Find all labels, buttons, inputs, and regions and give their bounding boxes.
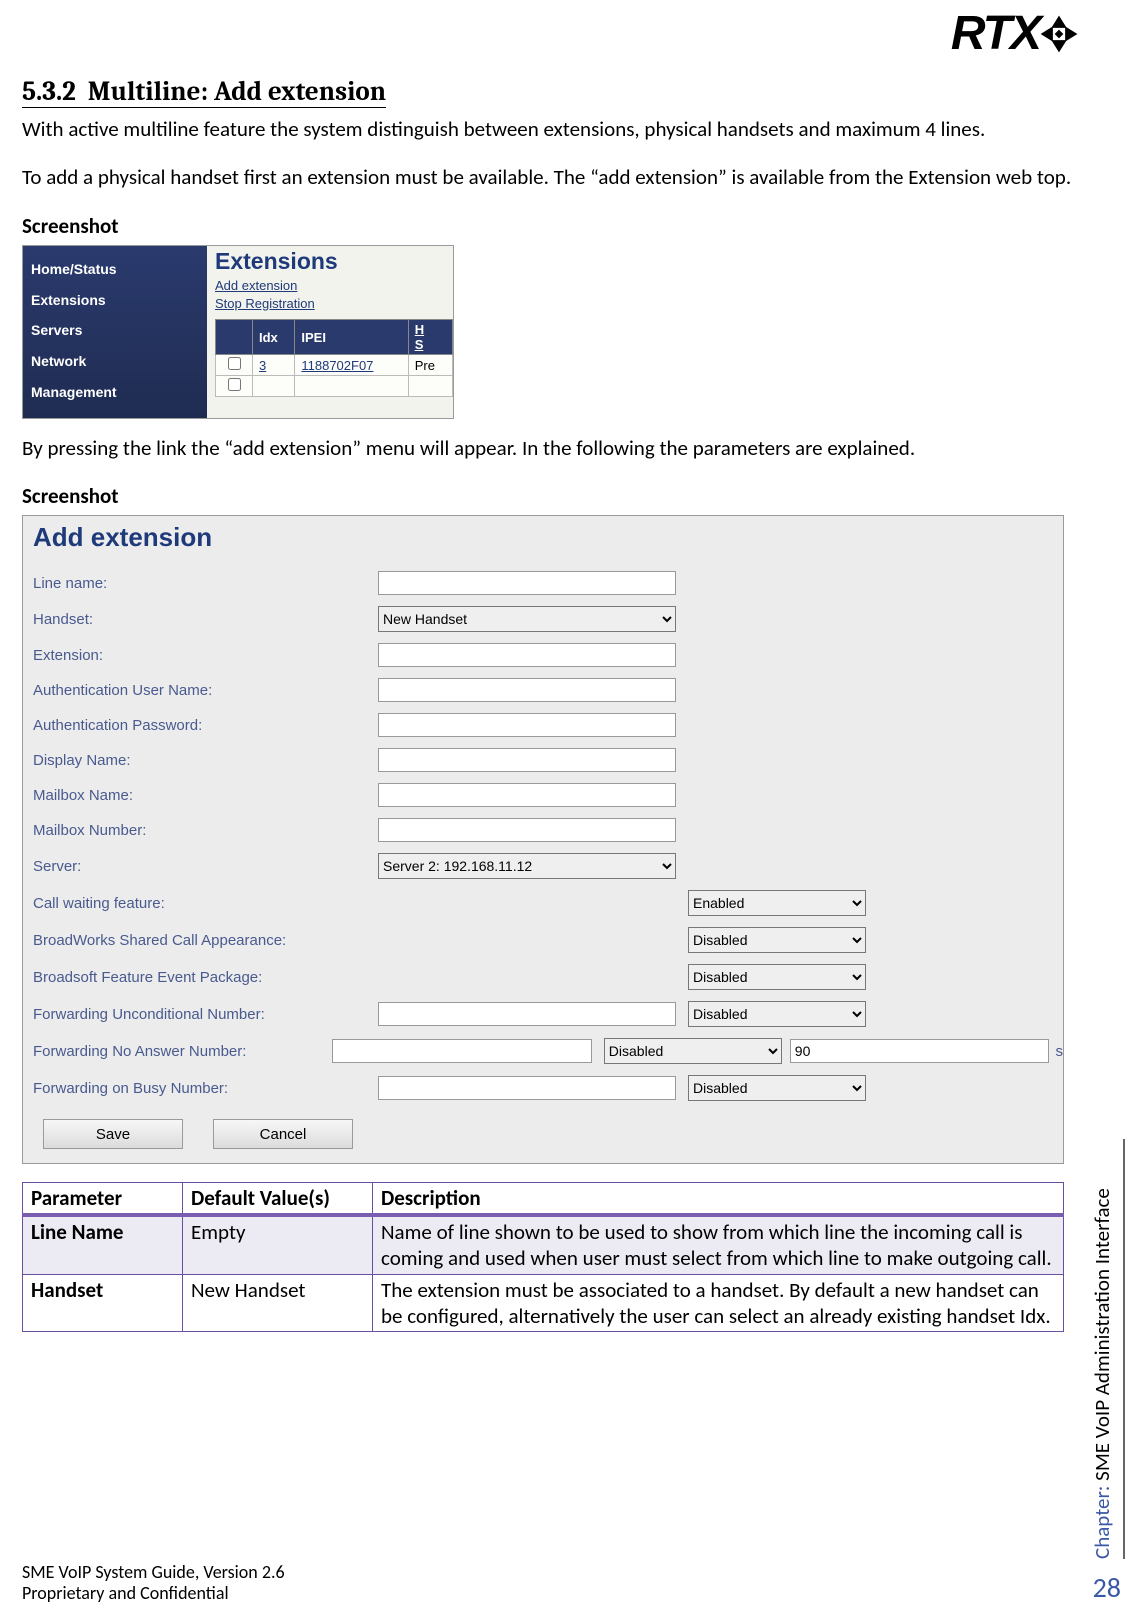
table-row: Line Name Empty Name of line shown to be… — [23, 1215, 1064, 1274]
fwd-uncond-select[interactable]: Disabled — [688, 1001, 866, 1027]
label-mailbox-name: Mailbox Name: — [33, 787, 378, 804]
intro-para-2: To add a physical handset first an exten… — [22, 164, 1082, 190]
bw-sca-select[interactable]: Disabled — [688, 927, 866, 953]
display-name-input[interactable] — [378, 748, 676, 772]
extension-input[interactable] — [378, 643, 676, 667]
table-row: Handset New Handset The extension must b… — [23, 1274, 1064, 1332]
cancel-button[interactable]: Cancel — [213, 1119, 353, 1149]
extensions-table: Idx IPEI HS 3 1188702F07 Pre — [215, 319, 453, 397]
parameter-table: Parameter Default Value(s) Description L… — [22, 1182, 1064, 1332]
nav-servers[interactable]: Servers — [31, 315, 207, 346]
para-3: By pressing the link the “add extension”… — [22, 435, 1082, 461]
label-display-name: Display Name: — [33, 752, 378, 769]
row-idx[interactable]: 3 — [253, 355, 295, 376]
footer-line-1: SME VoIP System Guide, Version 2.6 — [22, 1562, 285, 1584]
form-title: Add extension — [33, 522, 1063, 553]
nav-management[interactable]: Management — [31, 377, 207, 408]
logo-text: RTX — [951, 6, 1040, 61]
side-nav: Home/Status Extensions Servers Network M… — [23, 246, 207, 418]
th-parameter: Parameter — [23, 1183, 183, 1216]
nav-extensions[interactable]: Extensions — [31, 285, 207, 316]
label-extension: Extension: — [33, 647, 378, 664]
label-call-waiting: Call waiting feature: — [33, 895, 378, 912]
fwd-uncond-input[interactable] — [378, 1002, 676, 1026]
section-heading: 5.3.2 Multiline: Add extension — [22, 0, 386, 108]
row-state: Pre — [408, 355, 452, 376]
extensions-list-screenshot: Home/Status Extensions Servers Network M… — [22, 245, 454, 419]
footer: SME VoIP System Guide, Version 2.6 Propr… — [22, 1562, 285, 1605]
screenshot-label-1: Screenshot — [22, 213, 1082, 239]
rtx-logo: RTX — [951, 6, 1082, 61]
label-fwd-uncond: Forwarding Unconditional Number: — [33, 1006, 378, 1023]
fwd-noanswer-seconds[interactable] — [790, 1039, 1050, 1063]
label-line-name: Line name: — [33, 575, 378, 592]
page-number: 28 — [1093, 1570, 1121, 1605]
col-ipei: IPEI — [295, 320, 408, 355]
label-fwd-noanswer: Forwarding No Answer Number: — [33, 1043, 332, 1060]
col-hs: HS — [408, 320, 452, 355]
th-description: Description — [373, 1183, 1064, 1216]
label-handset: Handset: — [33, 611, 378, 628]
row-checkbox[interactable] — [228, 378, 241, 391]
cell-param: Line Name — [23, 1215, 183, 1274]
stop-registration-link[interactable]: Stop Registration — [215, 295, 453, 313]
col-idx: Idx — [253, 320, 295, 355]
line-name-input[interactable] — [378, 571, 676, 595]
nav-home[interactable]: Home/Status — [31, 254, 207, 285]
server-select[interactable]: Server 2: 192.168.11.12 — [378, 853, 676, 879]
row-ipei[interactable]: 1188702F07 — [295, 355, 408, 376]
screenshot-label-2: Screenshot — [22, 483, 1082, 509]
bs-fep-select[interactable]: Disabled — [688, 964, 866, 990]
cell-param: Handset — [23, 1274, 183, 1332]
add-extension-link[interactable]: Add extension — [215, 277, 453, 295]
mailbox-number-input[interactable] — [378, 818, 676, 842]
mailbox-name-input[interactable] — [378, 783, 676, 807]
fwd-noanswer-input[interactable] — [332, 1039, 592, 1063]
fwd-busy-select[interactable]: Disabled — [688, 1075, 866, 1101]
fwd-noanswer-select[interactable]: Disabled — [604, 1038, 782, 1064]
handset-select[interactable]: New Handset — [378, 606, 676, 632]
auth-pass-input[interactable] — [378, 713, 676, 737]
logo-x-icon — [1036, 11, 1082, 57]
cell-desc: Name of line shown to be used to show fr… — [373, 1215, 1064, 1274]
label-bw-sca: BroadWorks Shared Call Appearance: — [33, 932, 378, 949]
label-mailbox-number: Mailbox Number: — [33, 822, 378, 839]
intro-para-1: With active multiline feature the system… — [22, 116, 1082, 142]
nav-network[interactable]: Network — [31, 346, 207, 377]
cell-default: Empty — [183, 1215, 373, 1274]
label-bs-fep: Broadsoft Feature Event Package: — [33, 969, 378, 986]
cell-default: New Handset — [183, 1274, 373, 1332]
col-checkbox — [216, 320, 253, 355]
auth-user-input[interactable] — [378, 678, 676, 702]
extensions-title: Extensions — [215, 248, 453, 275]
fwd-busy-input[interactable] — [378, 1076, 676, 1100]
label-server: Server: — [33, 858, 378, 875]
label-fwd-busy: Forwarding on Busy Number: — [33, 1080, 378, 1097]
chapter-side-tab: Chapter: SME VoIP Administration Interfa… — [1089, 1139, 1125, 1559]
label-auth-user: Authentication User Name: — [33, 682, 378, 699]
row-checkbox[interactable] — [228, 357, 241, 370]
call-waiting-select[interactable]: Enabled — [688, 890, 866, 916]
table-row: 3 1188702F07 Pre — [216, 355, 453, 376]
footer-line-2: Proprietary and Confidential — [22, 1583, 285, 1605]
cell-desc: The extension must be associated to a ha… — [373, 1274, 1064, 1332]
save-button[interactable]: Save — [43, 1119, 183, 1149]
th-default: Default Value(s) — [183, 1183, 373, 1216]
label-auth-pass: Authentication Password: — [33, 717, 378, 734]
table-row — [216, 376, 453, 397]
add-extension-form: Add extension Line name: Handset: New Ha… — [22, 515, 1064, 1164]
seconds-label: s — [1055, 1043, 1063, 1060]
